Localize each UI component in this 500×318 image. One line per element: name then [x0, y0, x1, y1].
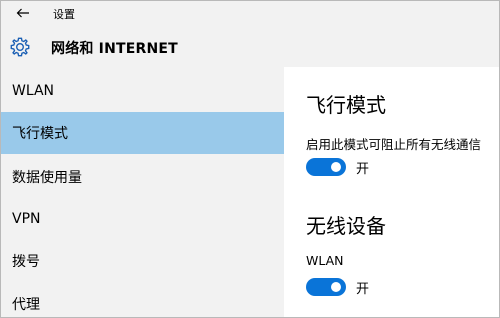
wlan-device-label: WLAN — [306, 253, 344, 268]
airplane-mode-toggle-row: 开 — [306, 157, 369, 177]
header: 设置 网络和 INTERNET — [1, 1, 499, 67]
toggle-knob — [331, 162, 341, 172]
sidebar-item-label: 代理 — [12, 297, 40, 313]
airplane-mode-toggle-label: 开 — [356, 161, 370, 177]
sidebar-item-label: WLAN — [12, 83, 55, 99]
sidebar-item-label: 数据使用量 — [12, 170, 82, 186]
sidebar-item-proxy[interactable]: 代理 — [1, 283, 284, 317]
toggle-knob — [331, 282, 341, 292]
sidebar: WLAN 飞行模式 数据使用量 VPN 拨号 代理 — [1, 67, 284, 317]
sidebar-item-data-usage[interactable]: 数据使用量 — [1, 156, 284, 198]
airplane-mode-heading: 飞行模式 — [306, 93, 386, 117]
sidebar-item-dialup[interactable]: 拨号 — [1, 240, 284, 282]
settings-window: 设置 网络和 INTERNET WLAN 飞行模式 数据使用量 VPN 拨号 代… — [0, 0, 500, 318]
wlan-toggle[interactable] — [306, 278, 346, 296]
sidebar-item-label: VPN — [12, 211, 41, 227]
sidebar-item-label: 拨号 — [12, 254, 40, 270]
sidebar-item-vpn[interactable]: VPN — [1, 198, 284, 240]
window-title: 设置 — [53, 8, 75, 21]
wlan-toggle-label: 开 — [356, 281, 370, 297]
airplane-mode-toggle[interactable] — [306, 158, 346, 176]
sidebar-item-airplane-mode[interactable]: 飞行模式 — [1, 112, 284, 154]
back-arrow-icon — [16, 8, 29, 18]
sidebar-item-wlan[interactable]: WLAN — [1, 70, 284, 112]
airplane-mode-description: 启用此模式可阻止所有无线通信 — [306, 137, 482, 152]
back-button[interactable] — [11, 3, 35, 23]
sidebar-item-label: 飞行模式 — [12, 126, 68, 142]
wireless-devices-heading: 无线设备 — [306, 214, 386, 238]
section-title: 网络和 INTERNET — [51, 41, 178, 57]
content-panel: 飞行模式 启用此模式可阻止所有无线通信 开 无线设备 WLAN 开 — [284, 67, 499, 317]
wlan-toggle-row: 开 — [306, 277, 369, 297]
gear-icon — [10, 37, 30, 57]
